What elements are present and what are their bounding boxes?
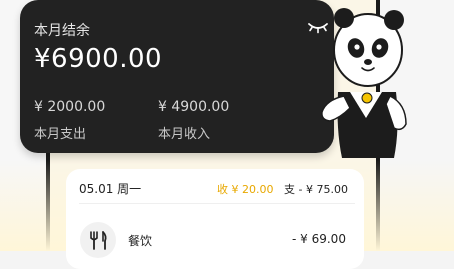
divider xyxy=(79,203,355,204)
monthly-expense-label: 本月支出 xyxy=(34,127,87,142)
transaction-amount: - ¥ 69.00 xyxy=(292,232,346,246)
monthly-expense-value: ¥ 2000.00 xyxy=(34,99,106,115)
day-income-total: 收 ¥ 20.00 xyxy=(217,183,274,196)
monthly-income-label: 本月收入 xyxy=(158,127,211,142)
panda-mascot xyxy=(321,8,407,158)
fork-knife-icon xyxy=(80,222,116,258)
day-date: 05.01 周一 xyxy=(79,182,142,196)
day-transactions-card[interactable]: 05.01 周一 收 ¥ 20.00 支 - ¥ 75.00 餐饮 - ¥ 69… xyxy=(66,169,364,269)
balance-title: 本月结余 xyxy=(34,23,90,39)
transaction-category: 餐饮 xyxy=(128,234,153,248)
balance-card: 本月结余 ¥6900.00 ¥ 2000.00 本月支出 ¥ 4900.00 本… xyxy=(20,0,334,153)
monthly-income-value: ¥ 4900.00 xyxy=(158,99,230,115)
balance-amount: ¥6900.00 xyxy=(34,44,163,74)
day-expense-total: 支 - ¥ 75.00 xyxy=(284,183,348,196)
